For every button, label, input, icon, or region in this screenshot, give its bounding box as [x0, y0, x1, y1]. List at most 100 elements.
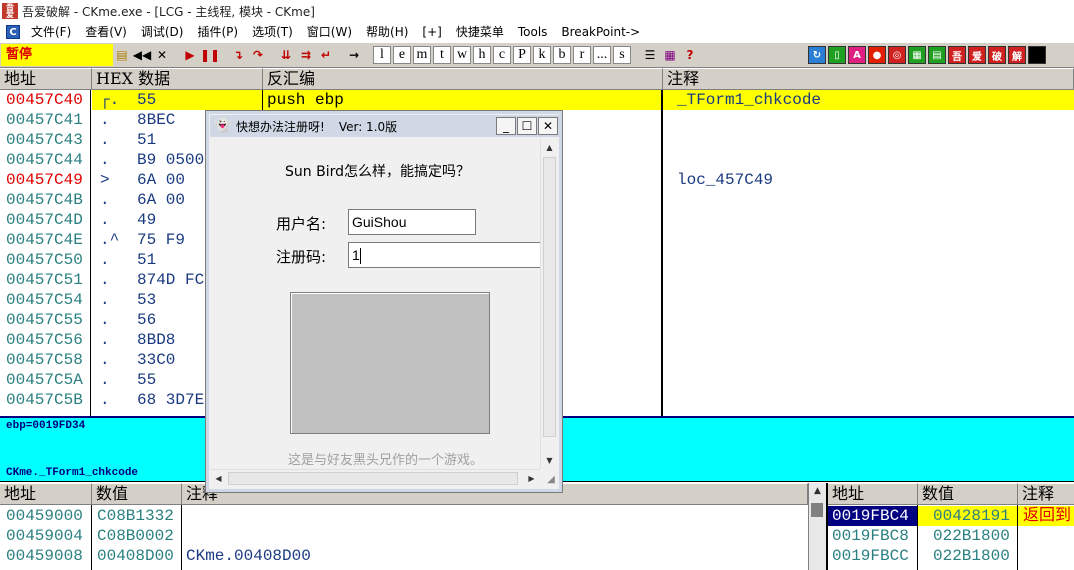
menu-debug[interactable]: 调试(D) — [134, 22, 191, 42]
options-icon[interactable]: ▦ — [661, 46, 679, 64]
execute-till-return-icon[interactable]: ↵ — [317, 46, 335, 64]
target-icon[interactable]: ◎ — [888, 46, 906, 64]
record-icon[interactable]: ● — [868, 46, 886, 64]
font-icon[interactable]: A — [848, 46, 866, 64]
hscroll-thumb[interactable] — [228, 472, 518, 485]
log-button[interactable]: l — [373, 46, 391, 64]
animate-into-icon[interactable]: ⇊ — [277, 46, 295, 64]
menu-shortcuts[interactable]: 快捷菜单 — [449, 22, 511, 42]
dialog-hscrollbar[interactable]: ◀ ▶ — [210, 469, 540, 486]
maximize-button[interactable]: ☐ — [517, 117, 537, 135]
register-dialog[interactable]: 👻 快想办法注册呀! Ver: 1.0版 _ ☐ ✕ Sun Bird怎么样，能… — [205, 110, 563, 493]
regcode-field[interactable]: 1 — [348, 242, 540, 268]
menu-view[interactable]: 查看(V) — [78, 22, 134, 42]
col-header-disasm[interactable]: 反汇编 — [263, 68, 663, 90]
menu-file[interactable]: 文件(F) — [24, 22, 78, 42]
calc-icon[interactable]: ▦ — [908, 46, 926, 64]
resize-grip-icon[interactable]: ◢ — [544, 473, 558, 487]
dump-row[interactable]: 00459004 C08B0002 — [0, 526, 808, 546]
brand-char-1[interactable]: 吾 — [948, 46, 966, 64]
callstack-button[interactable]: k — [533, 46, 551, 64]
stack-header-comment[interactable]: 注释 — [1018, 483, 1074, 505]
col-header-hex[interactable]: HEX 数据 — [92, 68, 263, 90]
menu-breakpoint[interactable]: BreakPoint-> — [554, 22, 647, 42]
row-address: 00457C4B — [6, 191, 83, 209]
stack-row[interactable]: 0019FBCC 022B1800 — [828, 546, 1074, 566]
menu-help[interactable]: 帮助(H) — [359, 22, 415, 42]
brand-char-3[interactable]: 破 — [988, 46, 1006, 64]
scroll-down-icon[interactable]: ▼ — [541, 452, 558, 469]
note-icon[interactable]: ▤ — [928, 46, 946, 64]
cpu-button[interactable]: c — [493, 46, 511, 64]
col-header-address[interactable]: 地址 — [0, 68, 92, 90]
source-button[interactable]: s — [613, 46, 631, 64]
row-hex: 6A 00 — [137, 171, 186, 189]
animate-over-icon[interactable]: ⇉ — [297, 46, 315, 64]
handles-button[interactable]: h — [473, 46, 491, 64]
stack-row[interactable]: 0019FBC8 022B1800 — [828, 526, 1074, 546]
open-icon[interactable]: ▤ — [113, 46, 131, 64]
rewind-icon[interactable]: ◀◀ — [133, 46, 151, 64]
dump-row[interactable]: 00459000 C08B1332 — [0, 506, 808, 526]
goto-icon[interactable]: → — [345, 46, 363, 64]
scroll-up-icon[interactable]: ▲ — [809, 483, 826, 500]
references-button[interactable]: r — [573, 46, 591, 64]
list-icon[interactable]: ☰ — [641, 46, 659, 64]
row-mark: . — [100, 311, 110, 329]
row-hex: 56 — [137, 311, 157, 329]
menu-plus[interactable]: [+] — [415, 22, 448, 42]
cpu-icon[interactable]: C — [6, 25, 20, 39]
scroll-right-icon[interactable]: ▶ — [523, 470, 540, 487]
black-square-icon[interactable] — [1028, 46, 1046, 64]
dialog-version: Ver: 1.0版 — [338, 119, 398, 134]
menu-plugins[interactable]: 插件(P) — [190, 22, 245, 42]
row-comment: loc_457C49 — [677, 171, 774, 189]
col-header-comment[interactable]: 注释 — [663, 68, 1074, 90]
memory-dump-pane[interactable]: 地址 数值 注释 00459000 C08B1332 00459004 C08B000… — [0, 483, 808, 570]
refresh-icon[interactable]: ↻ — [808, 46, 826, 64]
row-address: 00457C5A — [6, 371, 83, 389]
stack-header-value[interactable]: 数值 — [918, 483, 1018, 505]
runtrace-button[interactable]: ... — [593, 46, 611, 64]
disasm-row[interactable]: 00457C40 ┌. 55 push ebp _TForm1_chkcode — [0, 90, 1074, 110]
dump-header-value[interactable]: 数值 — [92, 483, 182, 505]
dump-row[interactable]: 00459008 00408D00 CKme.00408D00 — [0, 546, 808, 566]
help-icon[interactable]: ? — [681, 46, 699, 64]
menu-tools[interactable]: Tools — [511, 22, 555, 42]
menu-options[interactable]: 选项(T) — [245, 22, 300, 42]
scroll-left-icon[interactable]: ◀ — [210, 470, 227, 487]
dump-header-address[interactable]: 地址 — [0, 483, 92, 505]
run-icon[interactable]: ▶ — [181, 46, 199, 64]
vscroll-thumb[interactable] — [543, 157, 556, 437]
ghost-icon: 👻 — [214, 118, 232, 134]
scroll-up-icon[interactable]: ▲ — [541, 139, 558, 156]
username-field[interactable]: GuiShou — [348, 209, 476, 235]
pause-icon[interactable]: ❚❚ — [200, 46, 220, 64]
dialog-vscrollbar[interactable]: ▲ ▼ — [540, 139, 557, 469]
threads-button[interactable]: t — [433, 46, 451, 64]
brand-char-2[interactable]: 爱 — [968, 46, 986, 64]
menu-window[interactable]: 窗口(W) — [300, 22, 359, 42]
stack-row[interactable]: 0019FBC4 00428191 返回到 — [828, 506, 1074, 526]
row-mark: . — [100, 191, 110, 209]
step-over-icon[interactable]: ↷ — [249, 46, 267, 64]
dialog-title-bar[interactable]: 👻 快想办法注册呀! Ver: 1.0版 _ ☐ ✕ — [210, 115, 560, 137]
windows-button[interactable]: w — [453, 46, 471, 64]
close-icon[interactable]: ✕ — [153, 46, 171, 64]
minimize-button[interactable]: _ — [496, 117, 516, 135]
stack-pane[interactable]: 地址 数值 注释 0019FBC4 00428191 返回到 0019FBC8 022B… — [826, 483, 1074, 570]
stack-header-address[interactable]: 地址 — [828, 483, 918, 505]
step-into-icon[interactable]: ↴ — [229, 46, 247, 64]
brand-char-4[interactable]: 解 — [1008, 46, 1026, 64]
plugin-icon[interactable]: ▯ — [828, 46, 846, 64]
modules-button[interactable]: e — [393, 46, 411, 64]
breakpoints-button[interactable]: b — [553, 46, 571, 64]
patches-button[interactable]: P — [513, 46, 531, 64]
stack-address: 0019FBCC — [832, 547, 909, 565]
row-hex: 8BEC — [137, 111, 176, 129]
close-button[interactable]: ✕ — [538, 117, 558, 135]
memory-button[interactable]: m — [413, 46, 431, 64]
dump-scrollbar[interactable]: ▲ — [808, 483, 826, 570]
scroll-thumb[interactable] — [811, 503, 823, 517]
window-title: 吾爱破解 - CKme.exe - [LCG - 主线程, 模块 - CKme] — [22, 4, 315, 19]
